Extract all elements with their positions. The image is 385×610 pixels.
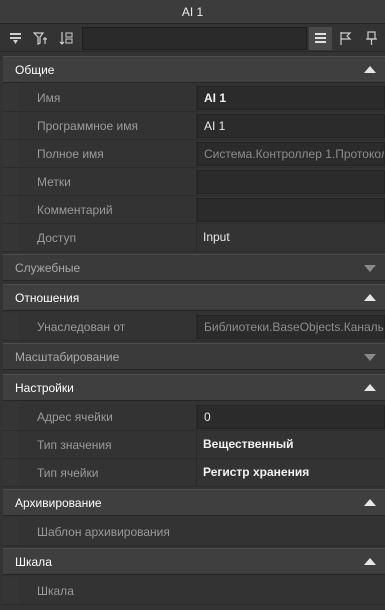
window-title: AI 1	[181, 4, 204, 19]
category-general[interactable]: Общие	[3, 56, 385, 83]
property-row-access[interactable]: Доступ Input	[3, 224, 385, 252]
flag-button[interactable]	[334, 27, 357, 50]
name-field[interactable]: AI 1	[197, 86, 385, 110]
property-row-inherited[interactable]: Унаследован от Библиотеки.BaseObjects.Ка…	[3, 313, 385, 341]
category-relations[interactable]: Отношения	[3, 284, 385, 311]
property-label: Программное имя	[37, 119, 138, 133]
list-view-icon	[315, 33, 326, 43]
property-grid: Общие Имя AI 1 Программное имя AI 1 Полн…	[0, 56, 385, 610]
filter-icon	[33, 32, 47, 45]
property-row-archive-template[interactable]: Шаблон архивирования	[3, 518, 385, 546]
category-label: Настройки	[15, 380, 74, 395]
category-scaling[interactable]: Масштабирование	[3, 343, 385, 370]
property-label: Тип значения	[37, 438, 112, 452]
collapse-icon	[364, 294, 376, 301]
category-label: Отношения	[15, 290, 80, 305]
collapse-icon	[364, 558, 376, 565]
property-row-cell-type[interactable]: Тип ячейки Регистр хранения	[3, 459, 385, 487]
comment-field[interactable]	[197, 198, 385, 222]
tags-field[interactable]	[197, 170, 385, 194]
list-view-button[interactable]	[309, 27, 332, 50]
category-label: Служебные	[15, 260, 81, 275]
property-label: Метки	[37, 175, 71, 189]
property-row-full-name[interactable]: Полное имя Система.Контроллер 1.Протокол	[3, 140, 385, 168]
property-row-scale[interactable]: Шкала	[3, 577, 385, 605]
scale-value[interactable]	[197, 579, 385, 603]
category-label: Шкала	[15, 554, 52, 569]
sort-alpha-button[interactable]	[55, 27, 78, 50]
property-label: Имя	[37, 91, 61, 105]
category-label: Архивирование	[15, 495, 102, 510]
property-row-tags[interactable]: Метки	[3, 168, 385, 196]
property-label: Полное имя	[37, 147, 104, 161]
sort-alpha-icon	[59, 32, 73, 45]
property-row-value-type[interactable]: Тип значения Вещественный	[3, 431, 385, 459]
category-service[interactable]: Служебные	[3, 254, 385, 281]
archive-template-value[interactable]	[197, 520, 385, 544]
collapse-icon	[364, 499, 376, 506]
filter-button[interactable]	[29, 27, 52, 50]
property-row-name[interactable]: Имя AI 1	[3, 84, 385, 112]
property-row-comment[interactable]: Комментарий	[3, 196, 385, 224]
full-name-field[interactable]: Система.Контроллер 1.Протокол	[197, 142, 385, 166]
property-label: Тип ячейки	[37, 466, 99, 480]
property-label: Шаблон архивирования	[37, 525, 170, 539]
category-label: Общие	[15, 62, 55, 77]
property-label: Адрес ячейки	[37, 410, 113, 424]
sort-down-button[interactable]	[4, 27, 27, 50]
category-archiving[interactable]: Архивирование	[3, 489, 385, 516]
expand-icon	[364, 354, 376, 361]
property-label: Шкала	[37, 584, 74, 598]
toolbar	[0, 25, 385, 52]
property-row-cell-address[interactable]: Адрес ячейки 0	[3, 403, 385, 431]
pin-button[interactable]	[360, 27, 383, 50]
access-value[interactable]: Input	[197, 226, 385, 250]
property-label: Комментарий	[37, 203, 113, 217]
category-scale[interactable]: Шкала	[3, 548, 385, 575]
sort-down-icon	[10, 33, 21, 44]
property-row-program-name[interactable]: Программное имя AI 1	[3, 112, 385, 140]
value-type-select[interactable]: Вещественный	[197, 433, 385, 457]
property-label: Доступ	[37, 231, 77, 245]
property-label: Унаследован от	[37, 320, 126, 334]
category-settings[interactable]: Настройки	[3, 374, 385, 401]
collapse-icon	[364, 384, 376, 391]
flag-icon	[340, 32, 352, 45]
cell-address-field[interactable]: 0	[197, 405, 385, 429]
program-name-field[interactable]: AI 1	[197, 114, 385, 138]
pin-icon	[366, 31, 377, 45]
inherited-field[interactable]: Библиотеки.BaseObjects.Каналы.	[197, 315, 385, 339]
window-titlebar: AI 1	[0, 0, 385, 24]
category-label: Масштабирование	[15, 349, 120, 364]
expand-icon	[364, 265, 376, 272]
search-input[interactable]	[82, 27, 307, 50]
collapse-icon	[364, 66, 376, 73]
cell-type-select[interactable]: Регистр хранения	[197, 461, 385, 485]
